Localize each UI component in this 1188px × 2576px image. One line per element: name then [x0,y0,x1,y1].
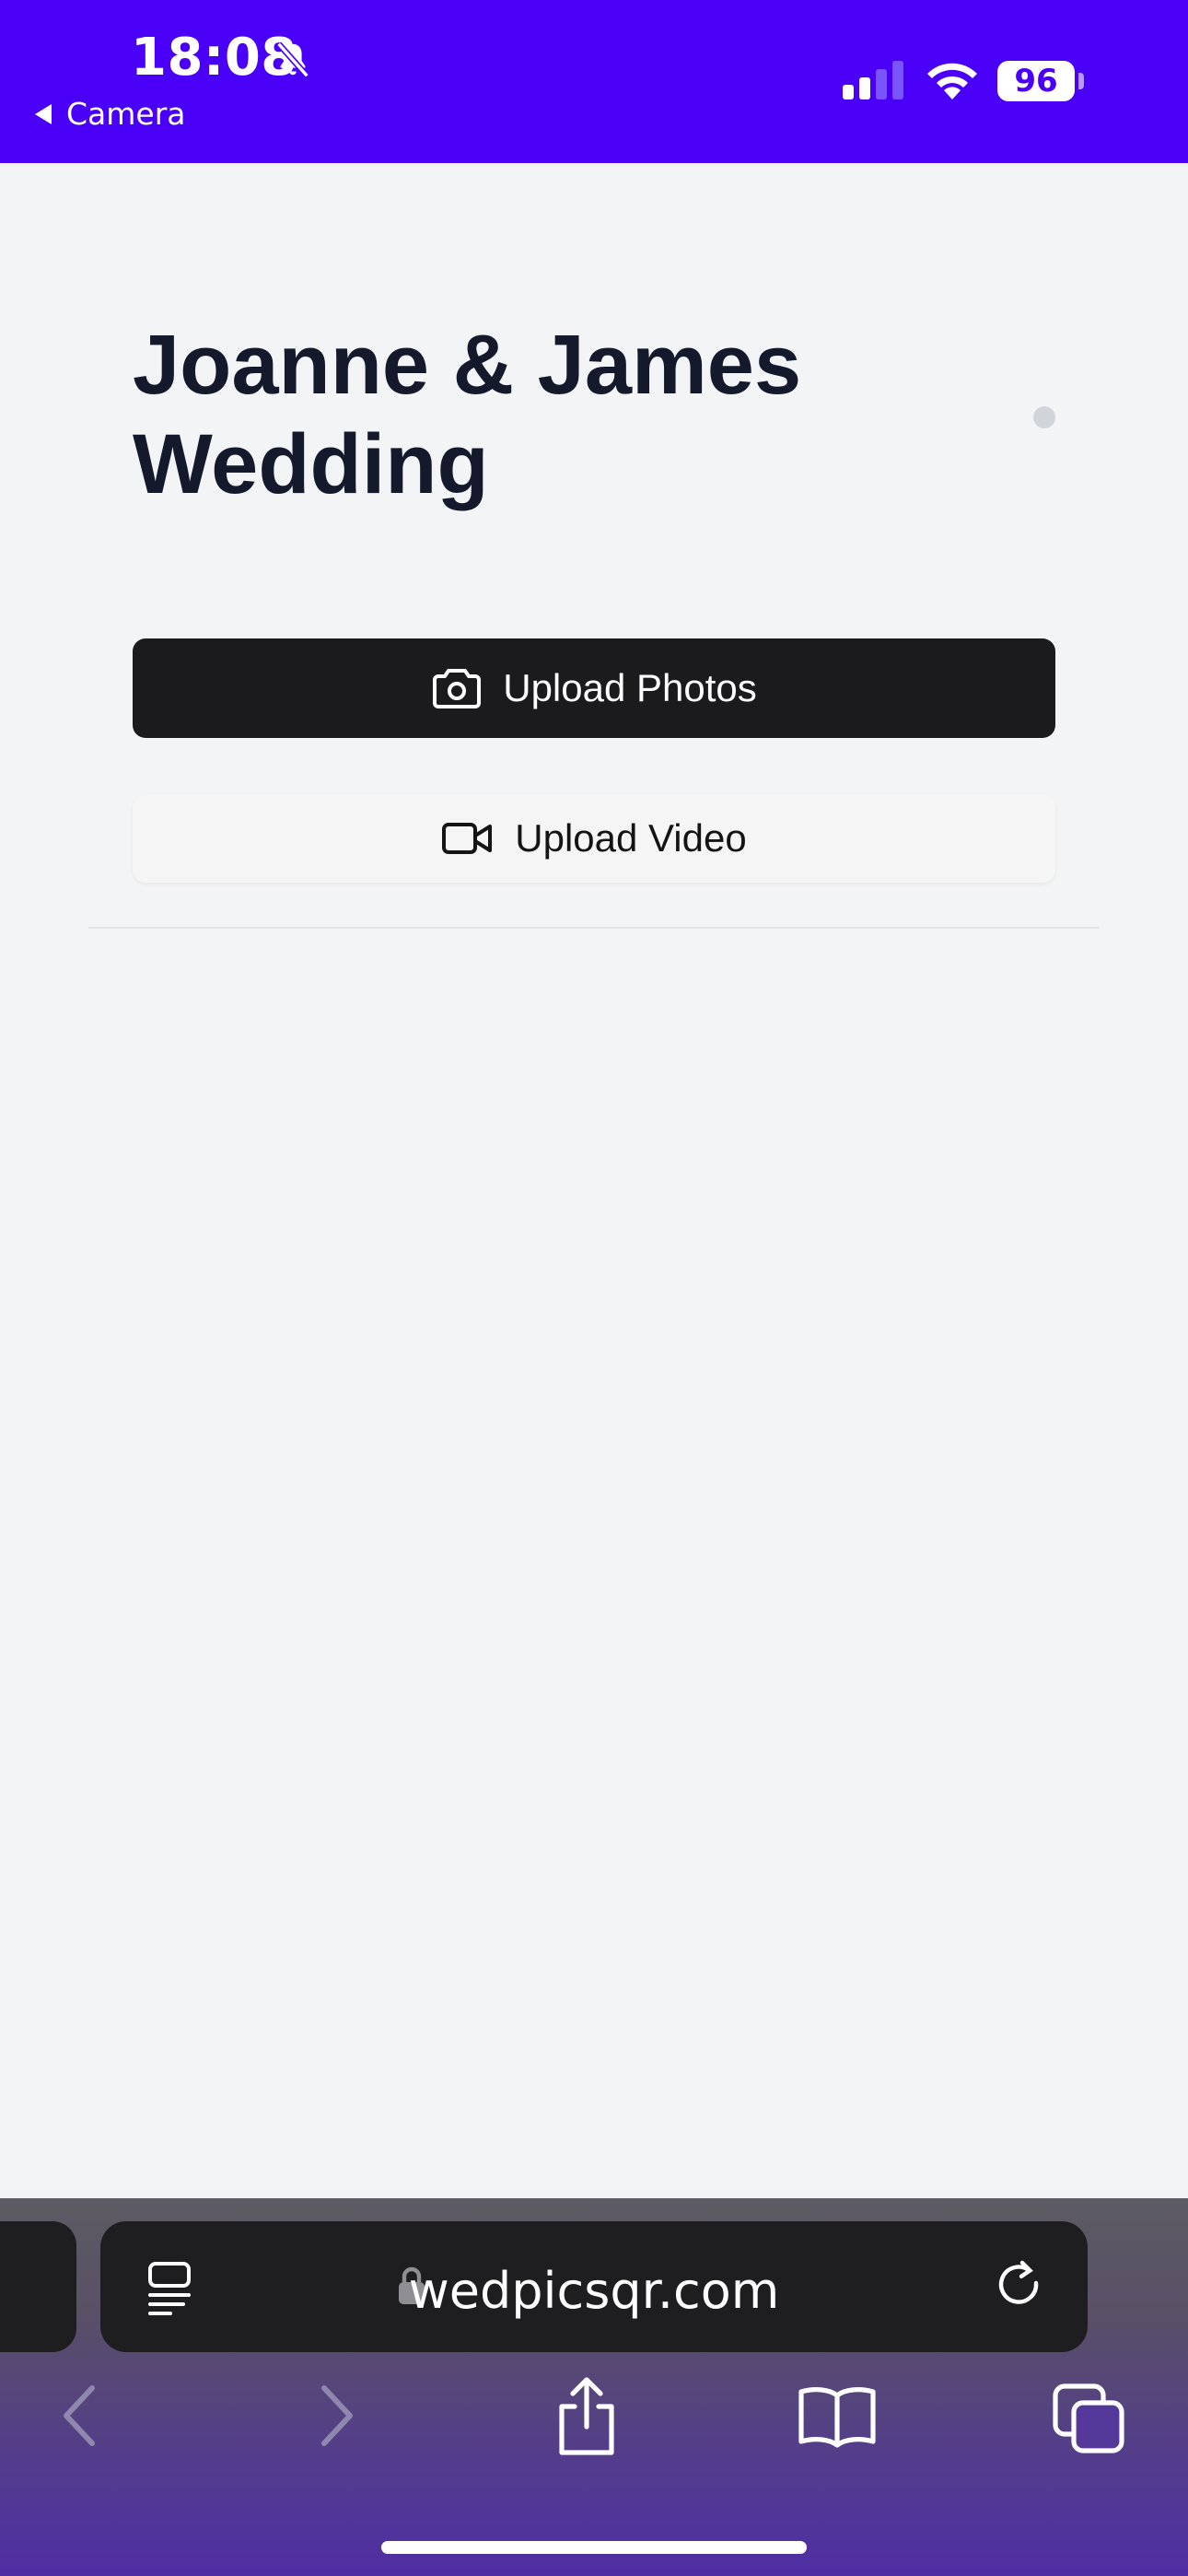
status-bar: 18:08 Camera 96 [0,0,1188,163]
wifi-icon [927,63,977,100]
page-title: Joanne & James Wedding [133,318,802,511]
battery-indicator: 96 [997,61,1075,101]
status-dot [1033,406,1055,428]
address-bar[interactable]: wedpicsqr.com [100,2221,1088,2352]
content-divider [88,927,1100,929]
url-text: wedpicsqr.com [408,2262,780,2320]
video-camera-icon [442,823,493,854]
back-app-label: Camera [66,96,186,132]
back-triangle-icon [35,103,52,124]
tabs-icon[interactable] [1052,2383,1125,2454]
home-indicator[interactable] [381,2541,807,2554]
bell-slash-icon [276,41,309,78]
camera-icon [433,669,482,708]
upload-photos-button[interactable]: Upload Photos [133,638,1055,738]
battery-tip [1078,73,1084,89]
upload-video-button[interactable]: Upload Video [133,794,1055,883]
cellular-signal-icon [843,61,903,100]
previous-tab-preview[interactable] [0,2221,76,2352]
bookmarks-icon[interactable] [798,2384,877,2449]
upload-video-label: Upload Video [515,816,747,860]
reload-icon[interactable] [996,2258,1047,2315]
back-arrow-icon[interactable] [59,2383,99,2449]
back-to-app-link[interactable]: Camera [35,96,186,132]
share-icon[interactable] [553,2377,621,2456]
upload-photos-label: Upload Photos [503,666,757,709]
forward-arrow-icon[interactable] [317,2383,357,2449]
